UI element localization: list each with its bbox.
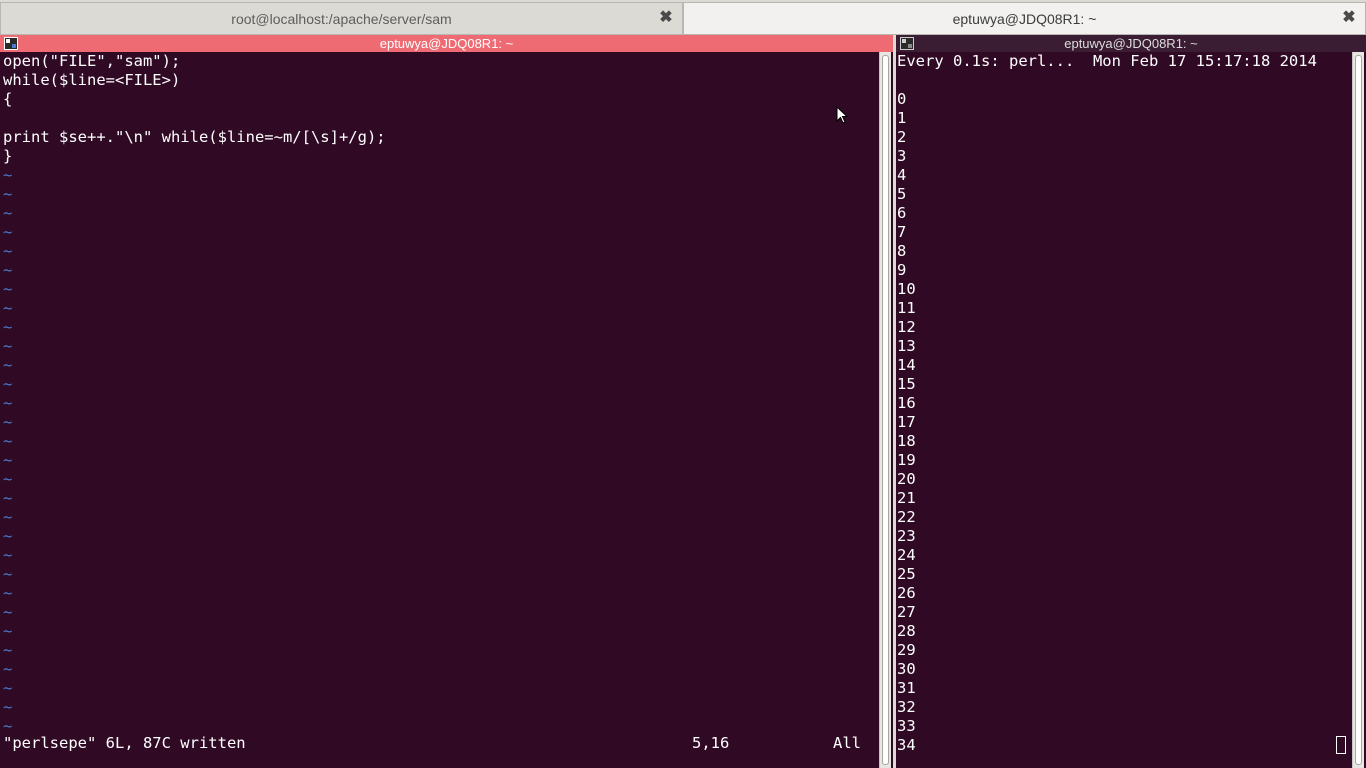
output-line: 10 [897, 280, 916, 298]
empty-line-marker: ~ [3, 584, 13, 602]
output-line: 31 [897, 679, 916, 697]
empty-line-marker: ~ [3, 660, 13, 678]
empty-line-marker: ~ [3, 413, 13, 431]
output-line: 12 [897, 318, 916, 336]
output-line: 0 [897, 90, 907, 108]
empty-line-marker: ~ [3, 622, 13, 640]
empty-line-marker: ~ [3, 432, 13, 450]
terminal-split-icon[interactable] [900, 37, 914, 50]
output-line: 13 [897, 337, 916, 355]
tab-root-localhost[interactable]: root@localhost:/apache/server/sam ✖ [0, 2, 683, 34]
code-line: { [3, 90, 13, 108]
output-line: 18 [897, 432, 916, 450]
empty-line-marker: ~ [3, 242, 13, 260]
code-line: while($line=<FILE>) [3, 71, 181, 89]
terminal-cursor [1336, 736, 1346, 754]
empty-line-marker: ~ [3, 470, 13, 488]
tab-eptuwya[interactable]: eptuwya@JDQ08R1: ~ ✖ [683, 2, 1366, 34]
output-line: 14 [897, 356, 916, 374]
terminal-split-icon[interactable] [4, 37, 18, 50]
empty-line-marker: ~ [3, 565, 13, 583]
output-line: 17 [897, 413, 916, 431]
output-line: 6 [897, 204, 907, 222]
left-terminal-pane[interactable]: eptuwya@JDQ08R1: ~ open("FILE","sam"); wh… [0, 35, 893, 768]
empty-line-marker: ~ [3, 356, 13, 374]
empty-line-marker: ~ [3, 451, 13, 469]
empty-line-marker: ~ [3, 698, 13, 716]
empty-line-marker: ~ [3, 318, 13, 336]
output-line: 33 [897, 717, 916, 735]
empty-line-marker: ~ [3, 508, 13, 526]
output-line: 32 [897, 698, 916, 716]
left-scrollbar-thumb[interactable] [882, 55, 889, 765]
right-terminal-pane[interactable]: eptuwya@JDQ08R1: ~ Every 0.1s: perl... M… [896, 35, 1366, 768]
empty-line-marker: ~ [3, 280, 13, 298]
empty-line-marker: ~ [3, 166, 13, 184]
output-line: 27 [897, 603, 916, 621]
output-line: 30 [897, 660, 916, 678]
watch-header: Every 0.1s: perl... Mon Feb 17 15:17:18 … [897, 52, 1317, 70]
empty-line-marker: ~ [3, 261, 13, 279]
output-line: 22 [897, 508, 916, 526]
output-line: 20 [897, 470, 916, 488]
empty-line-marker: ~ [3, 679, 13, 697]
mouse-pointer-icon [836, 106, 848, 124]
vim-status-message: "perlsepe" 6L, 87C written [3, 734, 246, 752]
empty-line-marker: ~ [3, 337, 13, 355]
right-scrollbar-thumb[interactable] [1355, 55, 1362, 765]
output-line: 8 [897, 242, 907, 260]
output-line: 29 [897, 641, 916, 659]
watch-output[interactable]: Every 0.1s: perl... Mon Feb 17 15:17:18 … [897, 52, 1317, 755]
output-line: 21 [897, 489, 916, 507]
vim-cursor-position: 5,16 [692, 734, 730, 752]
left-scrollbar[interactable] [879, 52, 891, 768]
code-line: print $se++."\n" while($line=~m/[\s]+/g)… [3, 128, 386, 146]
tab-label: eptuwya@JDQ08R1: ~ [952, 10, 1097, 27]
empty-line-marker: ~ [3, 223, 13, 241]
empty-line-marker: ~ [3, 546, 13, 564]
output-line: 16 [897, 394, 916, 412]
vim-scroll-indicator: All [833, 734, 861, 752]
output-line: 25 [897, 565, 916, 583]
tab-bar: root@localhost:/apache/server/sam ✖ eptu… [0, 0, 1366, 35]
output-line: 24 [897, 546, 916, 564]
empty-line-marker: ~ [3, 299, 13, 317]
code-line: open("FILE","sam"); [3, 52, 181, 70]
left-pane-title-bar: eptuwya@JDQ08R1: ~ [0, 35, 893, 52]
right-pane-title: eptuwya@JDQ08R1: ~ [1064, 36, 1198, 51]
output-line: 4 [897, 166, 907, 184]
empty-line-marker: ~ [3, 375, 13, 393]
right-scrollbar[interactable] [1352, 52, 1364, 768]
code-line: } [3, 147, 13, 165]
output-line: 3 [897, 147, 907, 165]
empty-line-marker: ~ [3, 527, 13, 545]
empty-line-marker: ~ [3, 204, 13, 222]
output-line: 5 [897, 185, 907, 203]
output-line: 1 [897, 109, 907, 127]
output-line: 26 [897, 584, 916, 602]
empty-line-marker: ~ [3, 394, 13, 412]
output-line: 15 [897, 375, 916, 393]
output-line: 23 [897, 527, 916, 545]
output-line: 9 [897, 261, 907, 279]
output-line: 34 [897, 736, 916, 754]
left-pane-title: eptuwya@JDQ08R1: ~ [379, 36, 514, 51]
output-line: 28 [897, 622, 916, 640]
empty-line-marker: ~ [3, 603, 13, 621]
output-line: 2 [897, 128, 907, 146]
close-icon[interactable]: ✖ [658, 10, 674, 26]
empty-line-marker: ~ [3, 185, 13, 203]
close-icon[interactable]: ✖ [1341, 10, 1357, 26]
output-line: 11 [897, 299, 916, 317]
tab-label: root@localhost:/apache/server/sam [231, 10, 452, 27]
vim-editor-buffer[interactable]: open("FILE","sam"); while($line=<FILE>){ p… [3, 52, 386, 736]
empty-line-marker: ~ [3, 489, 13, 507]
empty-line-marker: ~ [3, 641, 13, 659]
output-line: 7 [897, 223, 907, 241]
right-pane-title-bar: eptuwya@JDQ08R1: ~ [896, 35, 1366, 52]
output-line: 19 [897, 451, 916, 469]
